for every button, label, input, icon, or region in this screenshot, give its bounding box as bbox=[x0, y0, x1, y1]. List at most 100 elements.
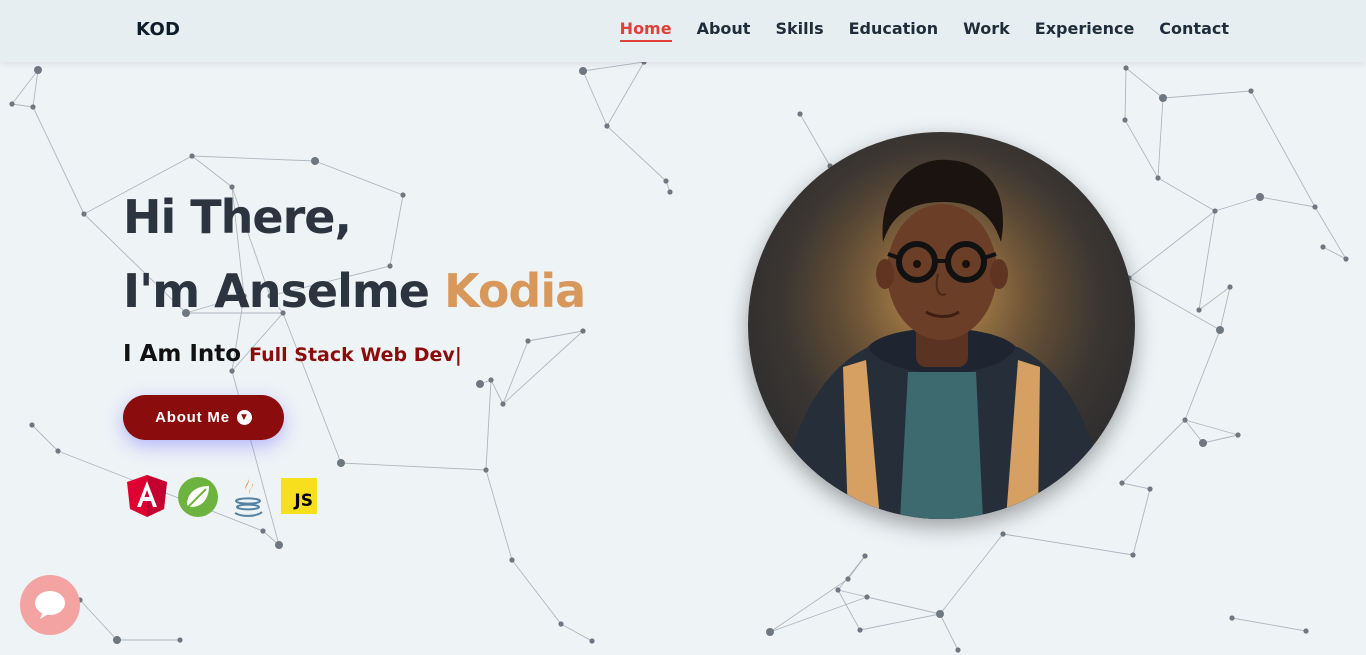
network-edge bbox=[1214, 196, 1261, 212]
hero-intro-accent: Kodia bbox=[443, 264, 586, 318]
nav-education[interactable]: Education bbox=[849, 19, 939, 42]
network-node bbox=[579, 67, 587, 75]
network-node bbox=[81, 211, 87, 217]
network-node bbox=[589, 638, 595, 644]
network-edge bbox=[31, 424, 59, 452]
nav-home[interactable]: Home bbox=[619, 19, 672, 42]
spring-icon bbox=[178, 477, 218, 517]
network-node bbox=[488, 377, 494, 383]
network-edge bbox=[1198, 210, 1216, 311]
network-edge bbox=[1202, 434, 1239, 444]
network-edge bbox=[502, 340, 529, 405]
network-node bbox=[1216, 326, 1224, 334]
network-node bbox=[400, 192, 406, 198]
network-edge bbox=[1162, 90, 1252, 99]
hero-into: I Am Into Full Stack Web Dev| bbox=[123, 341, 462, 367]
network-edge bbox=[1184, 419, 1239, 436]
java-icon bbox=[234, 476, 263, 517]
network-node bbox=[483, 467, 489, 473]
network-edge bbox=[939, 613, 959, 651]
hero-intro: I'm Anselme Kodia bbox=[123, 264, 586, 318]
site-header: KOD Home About Skills Education Work Exp… bbox=[0, 0, 1366, 62]
network-node bbox=[1000, 531, 1006, 537]
network-edge bbox=[1125, 67, 1164, 99]
network-edge bbox=[282, 312, 342, 464]
network-node bbox=[29, 422, 35, 428]
network-node bbox=[1320, 244, 1326, 250]
network-node bbox=[845, 576, 851, 582]
network-node bbox=[1155, 175, 1161, 181]
network-node bbox=[766, 628, 774, 636]
network-node bbox=[30, 104, 36, 110]
nav-about[interactable]: About bbox=[697, 19, 751, 42]
network-edge bbox=[511, 559, 562, 625]
network-node bbox=[955, 647, 961, 653]
network-node bbox=[1235, 432, 1241, 438]
profile-avatar bbox=[748, 132, 1135, 519]
network-node bbox=[797, 111, 803, 117]
network-edge bbox=[1157, 177, 1216, 212]
network-edge bbox=[837, 589, 861, 631]
about-me-button[interactable]: About Me ▼ bbox=[123, 395, 284, 440]
network-node bbox=[1248, 88, 1254, 94]
network-edge bbox=[485, 469, 513, 561]
network-node bbox=[177, 637, 183, 643]
network-node bbox=[311, 157, 319, 165]
network-edge bbox=[1132, 488, 1151, 556]
network-node bbox=[580, 328, 586, 334]
hero-greeting: Hi There, bbox=[123, 190, 352, 244]
network-edge bbox=[502, 330, 584, 405]
into-label: I Am Into bbox=[123, 341, 242, 367]
network-node bbox=[667, 189, 673, 195]
network-edge bbox=[1002, 533, 1134, 556]
network-edge bbox=[32, 106, 85, 215]
network-edge bbox=[769, 578, 849, 633]
network-node bbox=[189, 153, 195, 159]
network-node bbox=[1196, 307, 1202, 313]
angular-icon bbox=[127, 475, 167, 517]
network-edge bbox=[1124, 119, 1159, 179]
network-edge bbox=[1121, 419, 1186, 484]
network-edge bbox=[606, 61, 645, 127]
network-edge bbox=[1121, 482, 1151, 490]
network-node bbox=[275, 541, 283, 549]
chat-widget-button[interactable] bbox=[20, 575, 80, 635]
about-me-label: About Me bbox=[155, 409, 230, 426]
network-edge bbox=[1128, 210, 1216, 279]
network-edge bbox=[79, 599, 118, 641]
nav-experience[interactable]: Experience bbox=[1035, 19, 1135, 42]
network-edge bbox=[939, 533, 1004, 615]
network-edge bbox=[866, 596, 941, 615]
network-edge bbox=[191, 155, 316, 162]
network-node bbox=[260, 528, 266, 534]
network-edge bbox=[389, 194, 404, 267]
network-edge bbox=[582, 70, 608, 127]
network-edge bbox=[527, 330, 584, 342]
network-edge bbox=[1231, 617, 1307, 632]
site-logo[interactable]: KOD bbox=[136, 19, 180, 40]
network-edge bbox=[769, 596, 868, 633]
network-node bbox=[835, 587, 841, 593]
javascript-icon: JS bbox=[281, 478, 317, 514]
nav-contact[interactable]: Contact bbox=[1159, 19, 1229, 42]
network-edge bbox=[837, 589, 868, 598]
network-edge bbox=[1250, 90, 1316, 208]
network-node bbox=[604, 123, 610, 129]
arrow-down-icon: ▼ bbox=[236, 410, 252, 425]
network-edge bbox=[1184, 419, 1204, 444]
network-node bbox=[34, 66, 42, 74]
nav-work[interactable]: Work bbox=[963, 19, 1010, 42]
network-node bbox=[525, 338, 531, 344]
network-node bbox=[864, 594, 870, 600]
particle-network-background bbox=[9, 59, 1349, 653]
network-node bbox=[558, 621, 564, 627]
network-node bbox=[476, 380, 484, 388]
network-edge bbox=[11, 103, 34, 108]
nav-skills[interactable]: Skills bbox=[775, 19, 823, 42]
network-node bbox=[1256, 193, 1264, 201]
network-edge bbox=[1259, 196, 1316, 208]
network-node bbox=[1343, 256, 1349, 262]
network-node bbox=[1123, 65, 1129, 71]
network-edge bbox=[1184, 329, 1221, 421]
network-node bbox=[1312, 204, 1318, 210]
